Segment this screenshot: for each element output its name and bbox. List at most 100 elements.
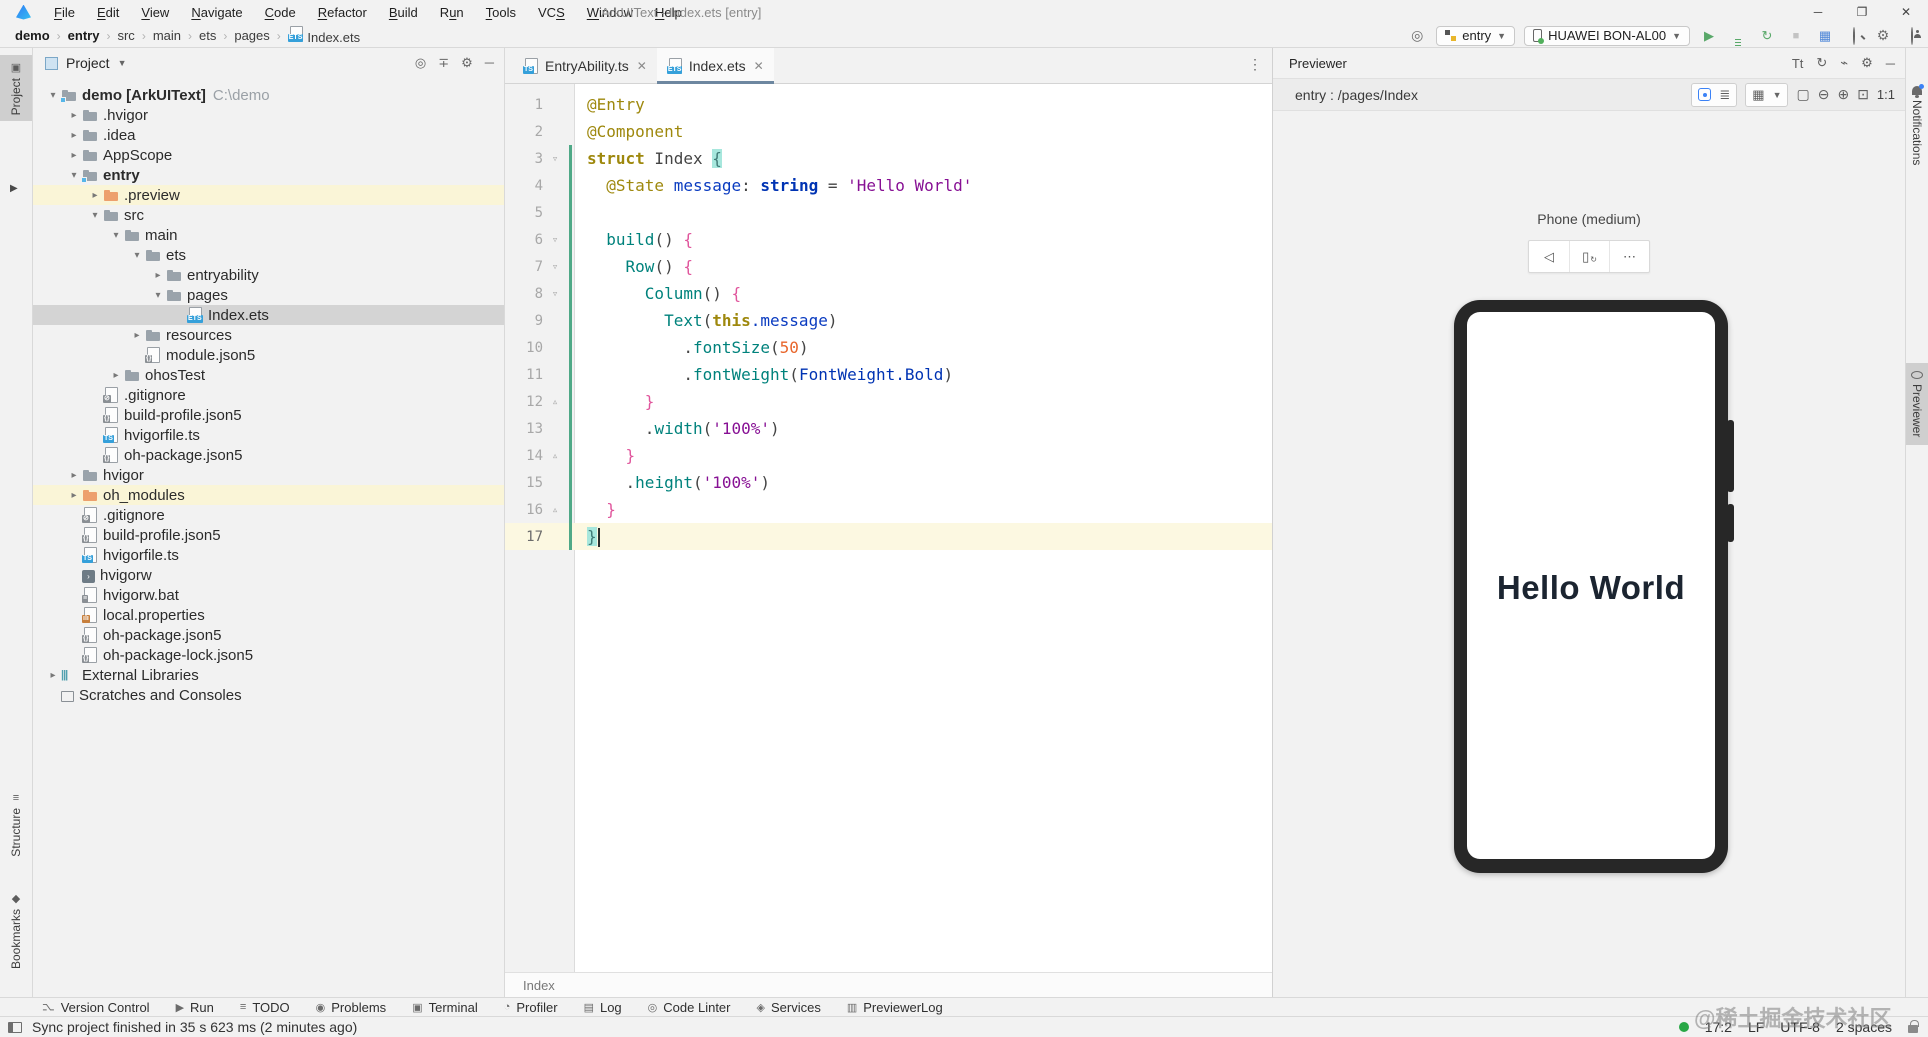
- tree-chevron-icon[interactable]: ▸: [66, 110, 82, 121]
- profiler-button[interactable]: ▦: [1815, 28, 1835, 44]
- zoom-in-icon[interactable]: ⊕: [1837, 86, 1849, 103]
- locate-file-icon[interactable]: ◎: [415, 55, 426, 71]
- tool-window-switcher-icon[interactable]: [8, 1021, 22, 1033]
- tool-stripe-project[interactable]: ▣ Project: [0, 55, 32, 122]
- indent-setting[interactable]: 2 spaces: [1836, 1019, 1892, 1035]
- fit-screen-icon[interactable]: ⊡: [1857, 86, 1869, 103]
- tree-item-module-json5[interactable]: {} module.json5: [33, 345, 504, 365]
- fold-marker-icon[interactable]: ▵: [543, 503, 567, 516]
- code-line[interactable]: 8 ▿ Column() {: [505, 280, 1272, 307]
- code-line[interactable]: 14 ▵ }: [505, 442, 1272, 469]
- hide-panel-icon[interactable]: ─: [485, 55, 494, 71]
- account-button[interactable]: [1902, 26, 1922, 45]
- code-line[interactable]: 15 .height('100%'): [505, 469, 1272, 496]
- line-separator[interactable]: LF: [1748, 1019, 1764, 1035]
- tool-window-services[interactable]: ◈ Services: [757, 1000, 821, 1015]
- tree-chevron-icon[interactable]: ▾: [45, 90, 61, 101]
- back-button[interactable]: ◁: [1529, 241, 1569, 272]
- module-selector[interactable]: entry ▼: [1436, 25, 1516, 46]
- tree-item-scratches-and-consoles[interactable]: Scratches and Consoles: [33, 685, 504, 705]
- tree-item-appscope[interactable]: ▸ AppScope: [33, 145, 504, 165]
- zoom-ratio-label[interactable]: 1:1: [1877, 87, 1895, 102]
- breadcrumb-item[interactable]: main: [153, 28, 181, 43]
- code-editor[interactable]: 1 @Entry 2 @Component 3 ▿ struct Index {4 @Sta…: [505, 84, 1272, 972]
- tree-chevron-icon[interactable]: ▸: [66, 150, 82, 161]
- code-line[interactable]: 2 @Component: [505, 118, 1272, 145]
- menu-vcs[interactable]: VCS: [529, 3, 574, 22]
- fold-marker-icon[interactable]: ▿: [543, 233, 567, 246]
- stripe-expand-icon[interactable]: ▶: [10, 183, 18, 194]
- device-manager-icon[interactable]: ◎: [1407, 27, 1427, 44]
- tree-chevron-icon[interactable]: ▸: [150, 270, 166, 281]
- editor-tab-index-ets[interactable]: ETS Index.ets ✕: [656, 48, 774, 84]
- breadcrumb-item[interactable]: src: [117, 28, 134, 43]
- tree-item--gitignore[interactable]: ⊘ .gitignore: [33, 385, 504, 405]
- tree-item-oh-modules[interactable]: ▸ oh_modules: [33, 485, 504, 505]
- tree-chevron-icon[interactable]: ▸: [129, 330, 145, 341]
- tree-item-external-libraries[interactable]: ▸ ||| External Libraries: [33, 665, 504, 685]
- fold-marker-icon[interactable]: ▿: [543, 287, 567, 300]
- hide-previewer-icon[interactable]: ─: [1886, 56, 1895, 71]
- tree-item-hvigorw[interactable]: › hvigorw: [33, 565, 504, 585]
- layers-icon[interactable]: ≣: [1719, 87, 1730, 103]
- menu-view[interactable]: View: [132, 3, 178, 22]
- caret-position[interactable]: 17:2: [1705, 1019, 1732, 1035]
- tree-item-ets[interactable]: ▾ ets: [33, 245, 504, 265]
- tree-chevron-icon[interactable]: ▸: [66, 130, 82, 141]
- code-line[interactable]: 3 ▿ struct Index {: [505, 145, 1272, 172]
- restore-button[interactable]: ❐: [1840, 0, 1884, 24]
- close-tab-icon[interactable]: ✕: [754, 59, 764, 73]
- grid-view-icon[interactable]: ▦: [1752, 87, 1764, 103]
- tree-item-main[interactable]: ▾ main: [33, 225, 504, 245]
- tree-item-entry[interactable]: ▾ entry: [33, 165, 504, 185]
- code-line[interactable]: 9 Text(this.message): [505, 307, 1272, 334]
- search-everywhere-button[interactable]: [1844, 26, 1864, 45]
- tree-chevron-icon[interactable]: ▾: [66, 170, 82, 181]
- status-message[interactable]: Sync project finished in 35 s 623 ms (2 …: [32, 1019, 357, 1035]
- menu-tools[interactable]: Tools: [477, 3, 525, 22]
- code-line[interactable]: 4 @State message: string = 'Hello World': [505, 172, 1272, 199]
- breadcrumb-item[interactable]: entry: [68, 28, 100, 43]
- tree-item-build-profile-json5[interactable]: {} build-profile.json5: [33, 525, 504, 545]
- code-line[interactable]: 1 @Entry: [505, 91, 1272, 118]
- lock-icon[interactable]: [1908, 1020, 1919, 1033]
- tool-window-terminal[interactable]: ▣ Terminal: [412, 1000, 478, 1015]
- menu-edit[interactable]: Edit: [88, 3, 128, 22]
- fold-marker-icon[interactable]: ▿: [543, 260, 567, 273]
- menu-file[interactable]: File: [45, 3, 84, 22]
- panel-settings-icon[interactable]: ⚙: [461, 55, 473, 71]
- fold-marker-icon[interactable]: ▿: [543, 152, 567, 165]
- file-encoding[interactable]: UTF-8: [1780, 1019, 1820, 1035]
- tool-window-problems[interactable]: ◉ Problems: [316, 1000, 387, 1015]
- collapse-all-icon[interactable]: ∓: [438, 55, 449, 71]
- tree-chevron-icon[interactable]: ▸: [108, 370, 124, 381]
- code-line[interactable]: 17}: [505, 523, 1272, 550]
- project-panel-title[interactable]: Project: [66, 55, 110, 71]
- tool-window-code-linter[interactable]: ◎ Code Linter: [648, 1000, 731, 1015]
- menu-refactor[interactable]: Refactor: [309, 3, 376, 22]
- tree-item-ohostest[interactable]: ▸ ohosTest: [33, 365, 504, 385]
- menu-code[interactable]: Code: [256, 3, 305, 22]
- tree-item-oh-package-json5[interactable]: {} oh-package.json5: [33, 445, 504, 465]
- tree-item-demo-arkuitext-[interactable]: ▾ demo [ArkUIText] C:\demo: [33, 85, 504, 105]
- tool-stripe-previewer[interactable]: Previewer: [1906, 363, 1928, 446]
- breadcrumb-file[interactable]: ETS Index.ets: [287, 26, 360, 45]
- tool-window-run[interactable]: ▶ Run: [176, 1000, 214, 1015]
- tree-chevron-icon[interactable]: ▾: [108, 230, 124, 241]
- tool-window-version-control[interactable]: ⌥ Version Control: [42, 1000, 150, 1015]
- tree-chevron-icon[interactable]: ▾: [87, 210, 103, 221]
- menu-run[interactable]: Run: [431, 3, 473, 22]
- tree-item-build-profile-json5[interactable]: {} build-profile.json5: [33, 405, 504, 425]
- code-line[interactable]: 12 ▵ }: [505, 388, 1272, 415]
- settings-button[interactable]: ⚙: [1873, 27, 1893, 44]
- tree-chevron-icon[interactable]: ▸: [45, 670, 61, 681]
- code-line[interactable]: 5: [505, 199, 1272, 226]
- tab-options-icon[interactable]: ⋮: [1248, 56, 1262, 73]
- minimize-button[interactable]: ─: [1796, 0, 1840, 24]
- tree-item-hvigorfile-ts[interactable]: TS hvigorfile.ts: [33, 545, 504, 565]
- font-scale-icon[interactable]: Tt: [1792, 56, 1804, 71]
- code-line[interactable]: 10 .fontSize(50): [505, 334, 1272, 361]
- fold-marker-icon[interactable]: ▵: [543, 395, 567, 408]
- tool-stripe-notifications[interactable]: Notifications: [1906, 78, 1928, 173]
- run-button[interactable]: ▶: [1699, 28, 1719, 44]
